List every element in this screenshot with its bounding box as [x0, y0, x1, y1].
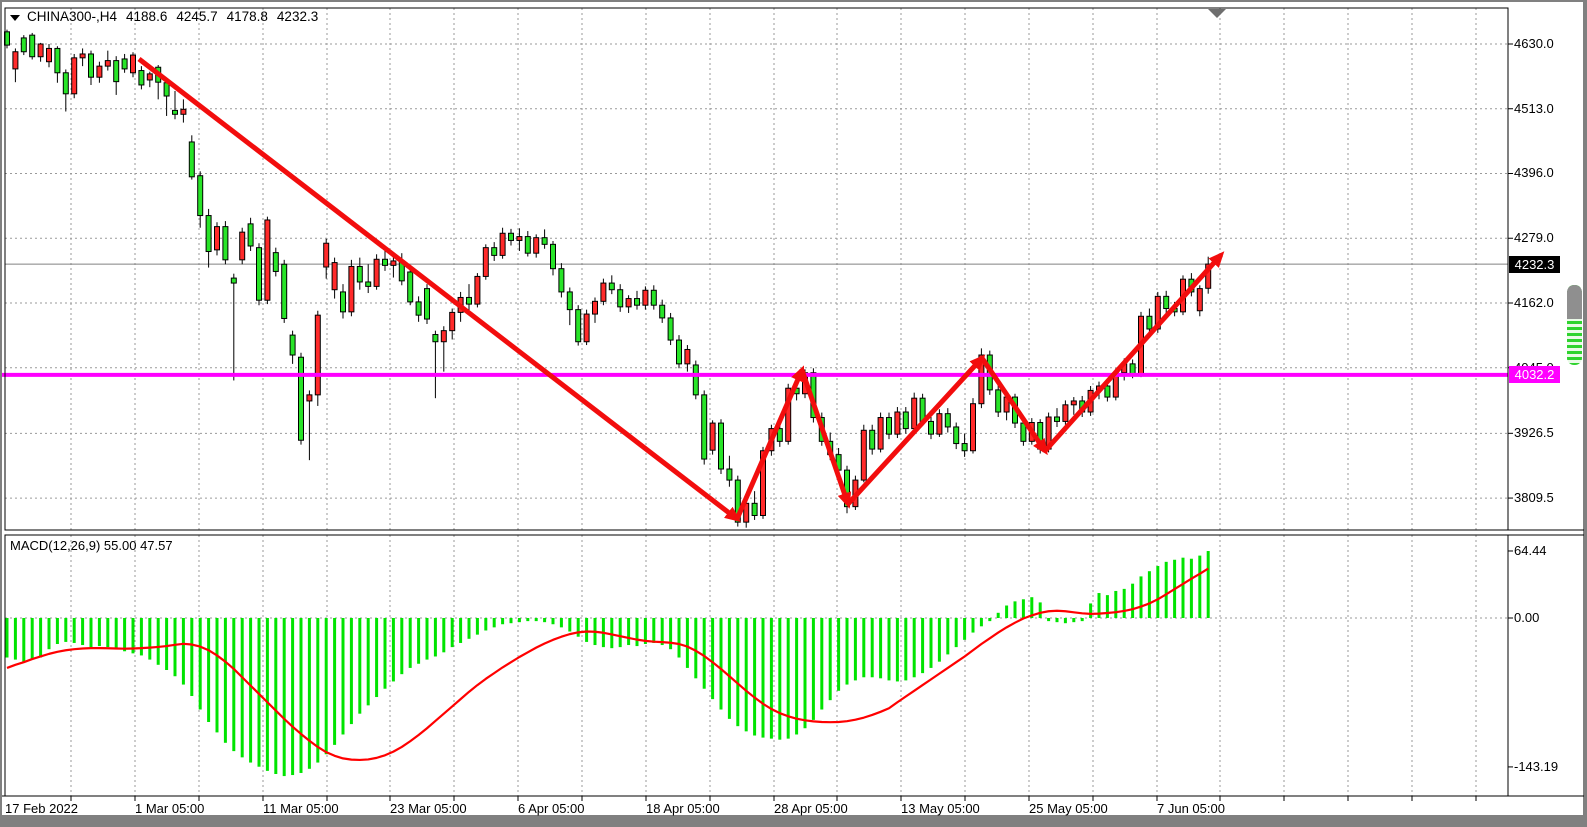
- macd-axis-label: 64.44: [1514, 543, 1547, 558]
- price-axis-label: 4396.0: [1514, 165, 1554, 180]
- time-axis-label: 1 Mar 05:00: [135, 801, 204, 816]
- current-price-badge: 4232.3: [1509, 256, 1560, 273]
- ohlc-close: 4232.3: [277, 9, 318, 24]
- macd-indicator-label: MACD(12,26,9) 55.00 47.57: [10, 538, 173, 553]
- price-axis-label: 4630.0: [1514, 36, 1554, 51]
- time-axis-label: 23 Mar 05:00: [390, 801, 467, 816]
- time-axis-label: 18 Apr 05:00: [646, 801, 720, 816]
- price-axis-label: 3809.5: [1514, 490, 1554, 505]
- ohlc-high: 4245.7: [176, 9, 217, 24]
- time-axis-label: 17 Feb 2022: [5, 801, 78, 816]
- price-axis-label: 3926.5: [1514, 425, 1554, 440]
- candlestick-chart-canvas[interactable]: [2, 2, 1587, 827]
- price-axis-label: 4162.0: [1514, 295, 1554, 310]
- scroll-to-end-marker-icon[interactable]: [1208, 9, 1226, 18]
- horizontal-level-badge: 4032.2: [1509, 366, 1560, 383]
- symbol-period-label: CHINA300-,H4: [27, 9, 117, 24]
- time-axis-label: 28 Apr 05:00: [774, 801, 848, 816]
- time-axis-label: 11 Mar 05:00: [263, 801, 339, 816]
- scrollbar-thumb-cap: [1567, 285, 1582, 319]
- time-axis-label: 25 May 05:00: [1029, 801, 1108, 816]
- time-axis-label: 6 Apr 05:00: [518, 801, 585, 816]
- macd-axis-label: 0.00: [1514, 610, 1539, 625]
- ohlc-open: 4188.6: [126, 9, 167, 24]
- ohlc-low: 4178.8: [227, 9, 268, 24]
- price-axis-label: 4513.0: [1514, 101, 1554, 116]
- chart-window: CHINA300-,H4 4188.6 4245.7 4178.8 4232.3…: [2, 2, 1583, 815]
- time-axis-label: 7 Jun 05:00: [1157, 801, 1225, 816]
- time-axis-label: 13 May 05:00: [901, 801, 980, 816]
- vertical-scrollbar-thumb[interactable]: [1567, 285, 1582, 365]
- chevron-down-icon[interactable]: [10, 15, 20, 21]
- chart-header: CHINA300-,H4 4188.6 4245.7 4178.8 4232.3: [10, 9, 320, 24]
- macd-axis-label: -143.19: [1514, 759, 1558, 774]
- price-axis-label: 4279.0: [1514, 230, 1554, 245]
